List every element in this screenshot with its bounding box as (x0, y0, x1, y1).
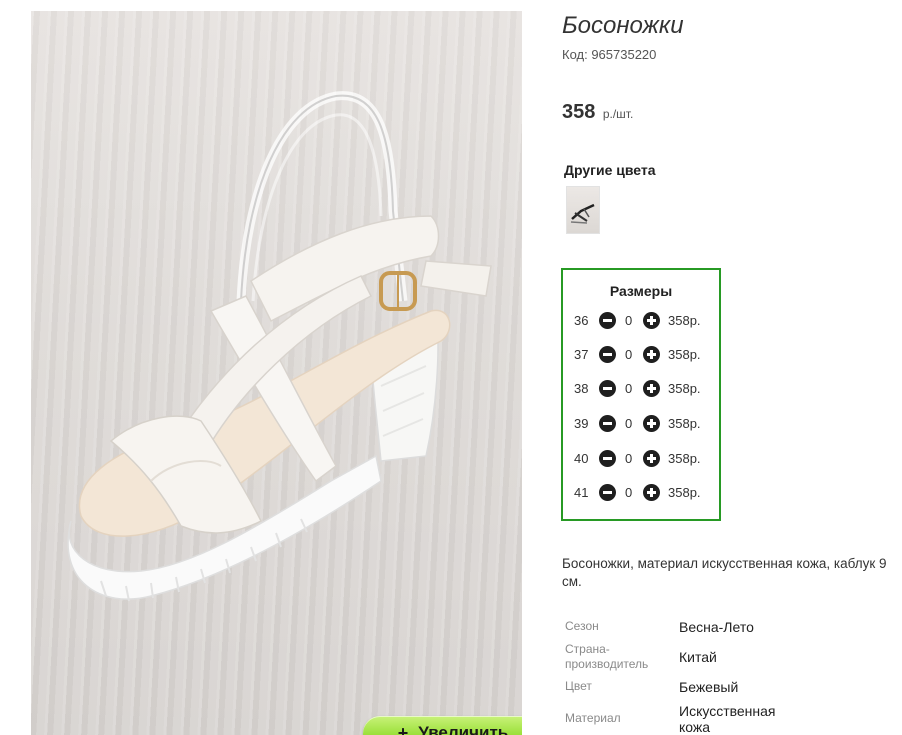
size-price: 358р. (668, 451, 701, 466)
size-label: 39 (574, 416, 589, 431)
size-label: 37 (574, 347, 589, 362)
size-label: 40 (574, 451, 589, 466)
size-row: 38 0 358р. (563, 378, 719, 400)
spec-label-color: Цвет (565, 679, 592, 693)
price-unit: р./шт. (602, 107, 634, 121)
plus-icon[interactable] (643, 346, 660, 363)
size-label: 36 (574, 313, 589, 328)
size-price: 358р. (668, 416, 701, 431)
size-row: 39 0 358р. (563, 413, 719, 435)
size-row: 40 0 358р. (563, 448, 719, 470)
spec-label-season: Сезон (565, 619, 599, 633)
spec-value-color: Бежевый (679, 679, 739, 695)
size-quantity: 0 (625, 451, 633, 466)
sandal-illustration (67, 91, 492, 602)
product-description: Босоножки, материал искусственная кожа, … (562, 556, 887, 589)
plus-icon[interactable] (643, 380, 660, 397)
product-code: Код: 965735220 (562, 47, 657, 62)
plus-icon[interactable] (643, 415, 660, 432)
minus-icon[interactable] (599, 346, 616, 363)
product-photo[interactable]: + Увеличить (31, 11, 522, 735)
product-price: 358 р./шт. (562, 101, 633, 124)
plus-icon: + (397, 722, 409, 735)
minus-icon[interactable] (599, 450, 616, 467)
minus-icon[interactable] (599, 484, 616, 501)
sizes-panel: Размеры 36 0 358р. 37 0 358р. 38 0 358р.… (561, 268, 721, 521)
size-price: 358р. (668, 485, 701, 500)
product-title: Босоножки (562, 12, 684, 39)
size-label: 38 (574, 381, 589, 396)
size-row: 37 0 358р. (563, 344, 719, 366)
sizes-title: Размеры (609, 283, 673, 299)
spec-value-season: Весна-Лето (679, 619, 754, 635)
plus-icon[interactable] (643, 450, 660, 467)
minus-icon[interactable] (599, 380, 616, 397)
other-colors-label: Другие цвета (564, 162, 656, 178)
size-price: 358р. (668, 381, 701, 396)
size-price: 358р. (668, 347, 701, 362)
spec-label-material: Материал (565, 711, 621, 725)
size-row: 41 0 358р. (563, 482, 719, 504)
zoom-button[interactable]: + Увеличить (363, 716, 522, 735)
size-quantity: 0 (625, 416, 633, 431)
size-quantity: 0 (625, 347, 633, 362)
minus-icon[interactable] (599, 415, 616, 432)
spec-value-country: Китай (679, 649, 717, 665)
spec-value-material: Искусственная кожа (679, 703, 776, 735)
plus-icon[interactable] (643, 312, 660, 329)
minus-icon[interactable] (599, 312, 616, 329)
size-price: 358р. (668, 313, 701, 328)
price-value: 358 (562, 101, 596, 123)
plus-icon[interactable] (643, 484, 660, 501)
size-quantity: 0 (625, 485, 633, 500)
size-row: 36 0 358р. (563, 310, 719, 332)
size-quantity: 0 (625, 313, 633, 328)
other-color-thumbnail[interactable] (566, 186, 600, 234)
spec-label-country: Страна-производитель (565, 642, 649, 671)
size-label: 41 (574, 485, 589, 500)
size-quantity: 0 (625, 381, 633, 396)
zoom-button-label: Увеличить (418, 723, 509, 735)
sandal-thumbnail-image (570, 203, 595, 224)
